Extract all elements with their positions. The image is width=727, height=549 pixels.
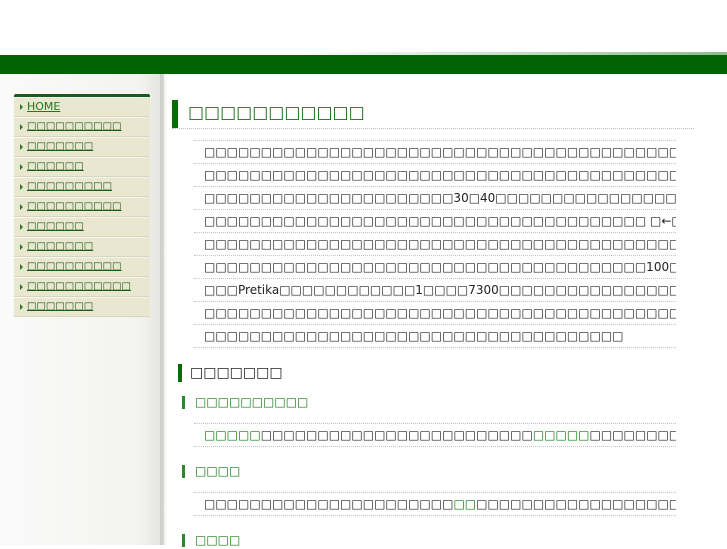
text-line: □□□□□□□□□□□□□□□□□□□□□□□□□□□□□□□□□□□□□□□□… (194, 233, 676, 256)
inline-link[interactable]: □□□□□ (533, 428, 590, 442)
menu-item[interactable]: □□□□□□□□□ (14, 178, 150, 197)
menu-item[interactable]: □□□□□□ (14, 158, 150, 177)
menu-link[interactable]: HOME (27, 98, 60, 116)
menu-item[interactable]: □□□□□□□□□□ (14, 118, 150, 137)
inline-text: □□□□□□□□□□□□□□□□□□□□□□□□ (260, 428, 533, 442)
text-line: □□□□□□□□□□□□□□□□□□□□□□30□40□□□□□□□□□□□□□… (194, 187, 676, 210)
subsection-paragraph: □□□□□□□□□□□□□□□□□□□□□□□□□□□□□□□□□□□□□□□□… (194, 423, 676, 447)
subsection-paragraph: □□□□□□□□□□□□□□□□□□□□□□□□□□□□□□□□□□□□□□□□… (194, 492, 676, 516)
text-line: □□□□□□□□□□□□□□□□□□□□□□□□□□□□□□□□□□□□□ (194, 325, 676, 348)
arrow-bullet-icon (20, 144, 23, 150)
arrow-bullet-icon (20, 104, 23, 110)
arrow-bullet-icon (20, 124, 23, 130)
menu-item-home[interactable]: HOME (14, 98, 150, 117)
text-line: □□□Pretika□□□□□□□□□□□□1□□□□7300□□□□□□□□□… (194, 279, 676, 302)
menu-link[interactable]: □□□□□□□ (27, 138, 93, 156)
arrow-bullet-icon (20, 224, 23, 230)
menu-top-rule (14, 94, 150, 97)
site-header (0, 0, 727, 55)
arrow-bullet-icon (20, 244, 23, 250)
subsection-heading: □□□□ (182, 533, 682, 549)
arrow-bullet-icon (20, 184, 23, 190)
green-nav-band (0, 55, 727, 74)
subsection-heading: □□□□ (182, 464, 682, 480)
inline-link[interactable]: □□□□□ (204, 428, 261, 442)
menu-item[interactable]: □□□□□□□□□□□ (14, 278, 150, 297)
page-title: □□□□□□□□□□□ (188, 103, 365, 123)
heading-bar (182, 396, 185, 409)
arrow-bullet-icon (20, 264, 23, 270)
menu-link[interactable]: □□□□□□□□□□ (27, 258, 121, 276)
page-heading: □□□□□□□□□□□ (172, 100, 694, 129)
inline-text: □□□□□□□□□□□□□□□□□□□□□□□□□□□□ (589, 428, 676, 442)
section-heading: □□□□□□□ (178, 364, 678, 384)
menu-item[interactable]: □□□□□□ (14, 218, 150, 237)
menu-link[interactable]: □□□□□□□□□□ (27, 118, 121, 136)
heading-bar (178, 364, 182, 382)
menu-link[interactable]: □□□□□□ (27, 158, 84, 176)
subsection-title: □□□□ (195, 464, 241, 478)
arrow-bullet-icon (20, 304, 23, 310)
heading-bar (182, 465, 185, 478)
inline-text: □□□□□□□□□□□□□□□□□□□□□□ (204, 497, 454, 511)
menu-link[interactable]: □□□□□□□□□□□ (27, 278, 131, 296)
text-line: □□□□□□□□□□□□□□□□□□□□□□□□□□□□□□□□□□□□□□□ … (194, 210, 676, 233)
intro-paragraph: □□□□□□□□□□□□□□□□□□□□□□□□□□□□□□□□□□□□□ □□□… (194, 140, 676, 348)
subsection-title: □□□□□□□□□□ (195, 395, 309, 409)
text-line: □□□□□□□□□□□□□□□□□□□□□□□□□□□□□□□□□□□□□□□□… (194, 164, 676, 187)
arrow-bullet-icon (20, 204, 23, 210)
section-title: □□□□□□□ (190, 365, 283, 381)
menu-item[interactable]: □□□□□□□□□□ (14, 258, 150, 277)
inline-link[interactable]: □□ (453, 497, 476, 511)
menu-link[interactable]: □□□□□□□□□□ (27, 198, 121, 216)
menu-item[interactable]: □□□□□□□□□□ (14, 198, 150, 217)
menu-item[interactable]: □□□□□□□ (14, 238, 150, 257)
subsection-heading: □□□□□□□□□□ (182, 395, 682, 411)
text-line: □□□□□□□□□□□□□□□□□□□□□□□□□□□□□□□□□□□□□□□□… (194, 492, 676, 516)
text-line: □□□□□□□□□□□□□□□□□□□□□□□□□□□□□□□□□□□□□□□□… (194, 140, 676, 164)
arrow-bullet-icon (20, 164, 23, 170)
menu-link[interactable]: □□□□□□□ (27, 238, 93, 256)
menu-link[interactable]: □□□□□□ (27, 218, 84, 236)
sidebar-menu: HOME □□□□□□□□□□ □□□□□□□ □□□□□□ □□□□□□□□□… (14, 94, 150, 317)
menu-link[interactable]: □□□□□□□ (27, 298, 93, 316)
inline-text: □□□□□□□□□□□□□□□□□□□□□□□□□□□□□□□ (476, 497, 676, 511)
heading-bar (172, 100, 178, 128)
arrow-bullet-icon (20, 284, 23, 290)
text-line: □□□□□□□□□□□□□□□□□□□□□□□□□□□□□□□□□□□□□□□□… (194, 423, 676, 447)
menu-link[interactable]: □□□□□□□□□ (27, 178, 112, 196)
menu-item[interactable]: □□□□□□□ (14, 138, 150, 157)
sidebar-shadow (160, 74, 168, 545)
text-line: □□□□□□□□□□□□□□□□□□□□□□□□□□□□□□□□□□□□□□□□… (194, 302, 676, 325)
menu-item[interactable]: □□□□□□□ (14, 298, 150, 317)
text-line: □□□□□□□□□□□□□□□□□□□□□□□□□□□□□□□□□□□□□□□1… (194, 256, 676, 279)
heading-bar (182, 534, 185, 547)
